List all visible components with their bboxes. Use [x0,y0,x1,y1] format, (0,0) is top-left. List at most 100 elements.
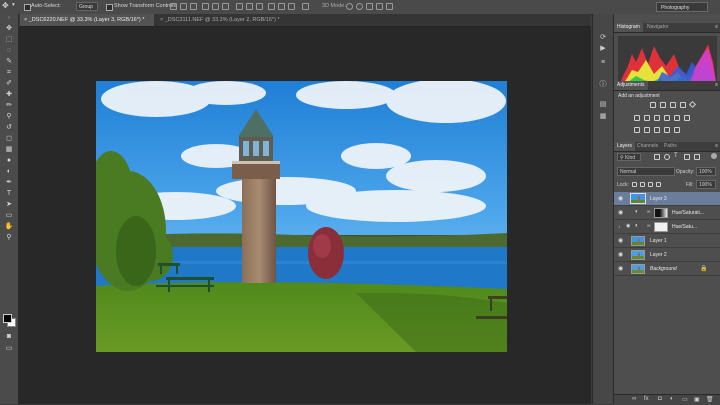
layer-name[interactable]: Background [650,266,677,272]
panel-menu-icon[interactable]: ≡ [715,82,718,88]
visibility-eye-icon[interactable]: ◉ [618,265,623,272]
3d-roll-icon[interactable] [356,3,363,10]
panel-menu-icon[interactable]: ≡ [715,24,718,30]
layer-name[interactable]: Hue/Saturati... [672,210,704,216]
new-adjustment-icon[interactable]: ◐ [670,396,674,402]
tab-layers[interactable]: Layers [614,142,636,151]
hand-tool[interactable]: ✋ [3,222,15,232]
tab-paths[interactable]: Paths [661,142,680,151]
fill-input[interactable]: 100% [696,180,716,189]
visibility-eye-icon[interactable]: ◉ [618,195,623,202]
move-tool[interactable]: ✥ [3,24,15,34]
layer-filter-kind[interactable]: ⚲ Kind [617,153,641,161]
invert-icon[interactable] [634,127,640,133]
eraser-tool[interactable]: ◻ [3,134,15,144]
show-transform-checkbox[interactable] [106,4,113,11]
tab-document-1[interactable]: × _DSC6220.NEF @ 33.3% (Layer 3, RGB/16*… [20,14,154,26]
healing-tool[interactable]: ✚ [3,90,15,100]
visibility-eye-icon[interactable]: ◉ [618,237,623,244]
black-white-icon[interactable] [654,115,660,121]
filter-toggle-icon[interactable] [711,153,717,159]
tab-adjustments[interactable]: Adjustments [614,81,648,90]
tab-close-icon[interactable]: × [160,17,163,23]
threshold-icon[interactable] [654,127,660,133]
add-mask-icon[interactable]: ◘ [658,396,662,402]
brush-presets-icon[interactable]: ▤ [598,100,608,109]
marquee-tool[interactable]: ⬚ [3,35,15,45]
opacity-input[interactable]: 100% [696,167,716,176]
lock-all-icon[interactable] [656,182,661,187]
filter-smart-object-icon[interactable] [694,154,700,160]
align-right-icon[interactable] [222,3,229,10]
new-group-icon[interactable]: ▭ [682,396,688,403]
exposure-icon[interactable] [680,102,686,108]
selective-color-icon[interactable] [674,127,680,133]
layer-row-layer-3[interactable]: ◉ Layer 3 [614,192,720,206]
distribute-right-icon[interactable] [288,3,295,10]
quick-select-tool[interactable]: ✎ [3,57,15,67]
pen-tool[interactable]: ✒ [3,178,15,188]
eyedropper-tool[interactable]: ✐ [3,79,15,89]
3d-slide-icon[interactable] [376,3,383,10]
auto-select-checkbox[interactable] [24,4,31,11]
tab-document-2[interactable]: × _DSC3111.NEF @ 33.3% (Layer 2, RGB/16*… [156,14,306,26]
layer-name[interactable]: Hue/Satu... [672,224,697,230]
panel-menu-icon[interactable]: ≡ [715,143,718,149]
distribute-bottom-icon[interactable] [256,3,263,10]
clone-stamp-tool[interactable]: ⚲ [3,112,15,122]
link-layers-icon[interactable]: ∞ [632,396,636,402]
auto-select-target-dropdown[interactable]: Group [76,2,98,11]
layer-row-layer-2[interactable]: ◉ Layer 2 [614,248,720,262]
layer-row-hue-saturation-1[interactable]: ◉ ◐ ∞ Hue/Saturati... [614,206,720,220]
layer-row-hue-saturation-2[interactable]: ↓ ◉ ◐ ∞ Hue/Satu... [614,220,720,234]
history-icon[interactable]: ⟳ [598,33,608,42]
move-tool-preset-icon[interactable]: ✥ [2,1,9,10]
hue-saturation-icon[interactable] [634,115,640,121]
align-bottom-icon[interactable] [190,3,197,10]
tab-navigator[interactable]: Navigator [644,23,671,32]
layer-name[interactable]: Layer 3 [650,196,667,202]
quick-mask-icon[interactable]: ◙ [3,332,15,342]
brush-tool[interactable]: ✏ [3,101,15,111]
delete-layer-icon[interactable]: 🗑 [706,396,714,403]
layer-name[interactable]: Layer 1 [650,238,667,244]
layer-name[interactable]: Layer 2 [650,252,667,258]
3d-scale-icon[interactable] [386,3,393,10]
foreground-color-swatch[interactable] [3,314,12,323]
lock-position-icon[interactable] [648,182,653,187]
visibility-eye-icon[interactable]: ◉ [618,209,623,216]
visibility-eye-icon[interactable]: ◉ [618,251,623,258]
3d-rotate-icon[interactable] [346,3,353,10]
align-top-icon[interactable] [170,3,177,10]
brightness-contrast-icon[interactable] [650,102,656,108]
tab-close-icon[interactable]: × [24,17,27,23]
swatches-icon[interactable]: ▦ [598,112,608,121]
lock-image-icon[interactable] [640,182,645,187]
shape-tool[interactable]: ▭ [3,211,15,221]
gradient-map-icon[interactable] [664,127,670,133]
distribute-left-icon[interactable] [268,3,275,10]
screen-mode-icon[interactable]: ▭ [3,344,15,354]
align-left-icon[interactable] [202,3,209,10]
blur-tool[interactable]: ● [3,156,15,166]
blend-mode-dropdown[interactable]: Normal [617,167,675,176]
filter-adjustment-icon[interactable] [664,154,670,160]
lock-transparent-icon[interactable] [632,182,637,187]
properties-icon[interactable]: ≡ [598,58,608,67]
distribute-top-icon[interactable] [236,3,243,10]
info-icon[interactable]: ⓘ [598,80,608,89]
type-tool[interactable]: T [3,189,15,199]
tools-collapse-icon[interactable]: » [3,16,15,21]
layer-row-background[interactable]: ◉ Background 🔒 [614,262,720,276]
color-balance-icon[interactable] [644,115,650,121]
dodge-tool[interactable]: ◐ [3,167,15,177]
preset-dropdown-icon[interactable]: ▾ [12,2,15,8]
history-brush-tool[interactable]: ↺ [3,123,15,133]
photo-filter-icon[interactable] [664,115,670,121]
actions-play-icon[interactable]: ▶ [598,44,608,53]
distribute-hcenter-icon[interactable] [278,3,285,10]
new-layer-icon[interactable]: ▣ [694,396,700,403]
3d-pan-icon[interactable] [366,3,373,10]
zoom-tool[interactable]: ⚲ [3,233,15,243]
channel-mixer-icon[interactable] [674,115,680,121]
